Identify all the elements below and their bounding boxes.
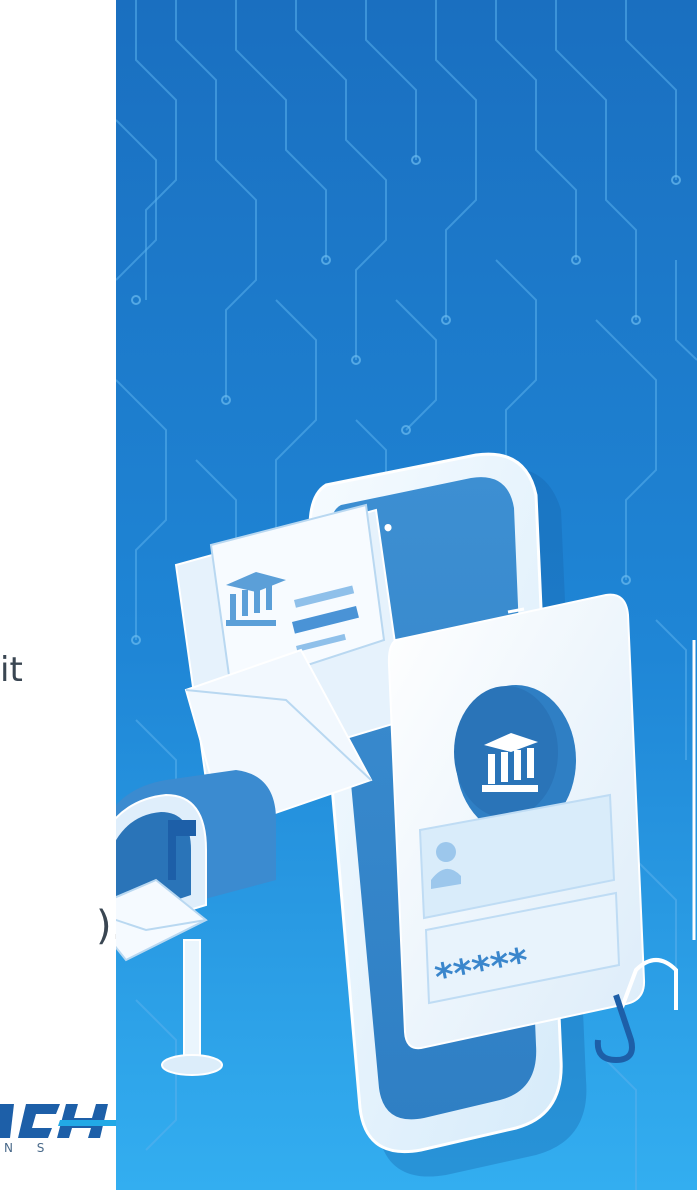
text-fragment-it: it (0, 650, 23, 690)
phishing-illustration: ••• (116, 0, 697, 1190)
login-card: ***** (387, 593, 646, 1050)
logo-subtitle: N S (4, 1141, 55, 1155)
left-panel (0, 0, 116, 1190)
mailbox-post (183, 939, 201, 1061)
